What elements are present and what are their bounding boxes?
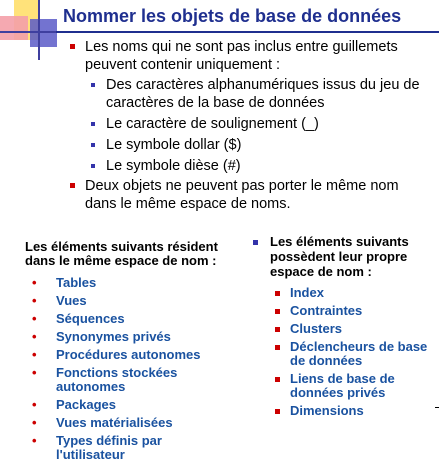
bullet-marker bbox=[275, 345, 280, 350]
sub-bullet-item: Le caractère de soulignement (_) bbox=[91, 115, 319, 133]
bullet-line: Le symbole dièse (#) bbox=[106, 158, 241, 174]
heading-line: espace de nom : bbox=[270, 264, 372, 279]
bullet-marker bbox=[70, 44, 75, 49]
bullet-marker bbox=[253, 240, 258, 245]
list-item: Vues matérialisées bbox=[32, 416, 201, 431]
decor-blue-square bbox=[30, 19, 57, 47]
list-item: Index bbox=[275, 286, 427, 300]
left-object-list: Tables Vues Séquences Synonymes privés P… bbox=[32, 276, 201, 462]
sub-bullet-item: Le symbole dollar ($) bbox=[91, 136, 242, 154]
heading-line: Les éléments suivants résident bbox=[25, 239, 218, 254]
list-item: Vues bbox=[32, 294, 201, 309]
right-object-list: Index Contraintes Clusters Déclencheurs … bbox=[275, 286, 427, 418]
bullet-line: Le caractère de soulignement (_) bbox=[106, 116, 319, 132]
heading-line: possèdent leur propre bbox=[270, 249, 408, 264]
bullet-line: Des caractères alphanumériques issus du … bbox=[106, 77, 420, 93]
list-item: Tables bbox=[32, 276, 201, 291]
bullet-marker bbox=[275, 327, 280, 332]
bullet-line: caractères de la base de données bbox=[106, 95, 325, 111]
sub-bullet-marker bbox=[91, 164, 95, 168]
decor-pink-square bbox=[0, 16, 28, 40]
list-item: Contraintes bbox=[275, 304, 427, 318]
bullet-line: dans le même espace de noms. bbox=[85, 196, 291, 212]
list-item: Séquences bbox=[32, 312, 201, 327]
list-item: Déclencheurs de base de données bbox=[275, 340, 427, 368]
list-item: Dimensions bbox=[275, 404, 427, 418]
bullet-item: Deux objets ne peuvent pas porter le mêm… bbox=[70, 177, 399, 213]
sub-bullet-item: Des caractères alphanumériques issus du … bbox=[91, 76, 420, 112]
bullet-marker bbox=[275, 409, 280, 414]
title-divider bbox=[56, 31, 439, 33]
bullet-line: peuvent contenir uniquement : bbox=[85, 57, 281, 73]
bullet-marker bbox=[70, 183, 75, 188]
list-item: Synonymes privés bbox=[32, 330, 201, 345]
decor-horizontal-line bbox=[0, 31, 60, 33]
list-item: Fonctions stockéesautonomes bbox=[32, 366, 201, 394]
bullet-marker bbox=[275, 309, 280, 314]
bullet-line: Les noms qui ne sont pas inclus entre gu… bbox=[85, 39, 398, 55]
list-item: Types définis parl'utilisateur bbox=[32, 434, 201, 462]
page-title: Nommer les objets de base de données bbox=[63, 6, 402, 26]
sub-bullet-marker bbox=[91, 83, 95, 87]
decor-vertical-line bbox=[38, 0, 40, 60]
right-section-heading: Les éléments suivants possèdent leur pro… bbox=[253, 234, 439, 279]
list-item: Packages bbox=[32, 398, 201, 413]
sub-bullet-marker bbox=[91, 122, 95, 126]
bullet-item: Les noms qui ne sont pas inclus entre gu… bbox=[70, 38, 398, 74]
sub-bullet-marker bbox=[91, 143, 95, 147]
list-item: Liens de base de données privés bbox=[275, 372, 427, 400]
stray-dash bbox=[435, 407, 439, 408]
heading-line: Les éléments suivants bbox=[270, 234, 409, 249]
bullet-line: Deux objets ne peuvent pas porter le mêm… bbox=[85, 178, 399, 194]
list-item: Clusters bbox=[275, 322, 427, 336]
left-section-heading: Les éléments suivants résident dans le m… bbox=[25, 240, 240, 268]
bullet-marker bbox=[275, 291, 280, 296]
heading-line: dans le même espace de nom : bbox=[25, 253, 217, 268]
bullet-line: Le symbole dollar ($) bbox=[106, 137, 242, 153]
list-item: Procédures autonomes bbox=[32, 348, 200, 363]
sub-bullet-item: Le symbole dièse (#) bbox=[91, 157, 241, 175]
bullet-marker bbox=[275, 377, 280, 382]
